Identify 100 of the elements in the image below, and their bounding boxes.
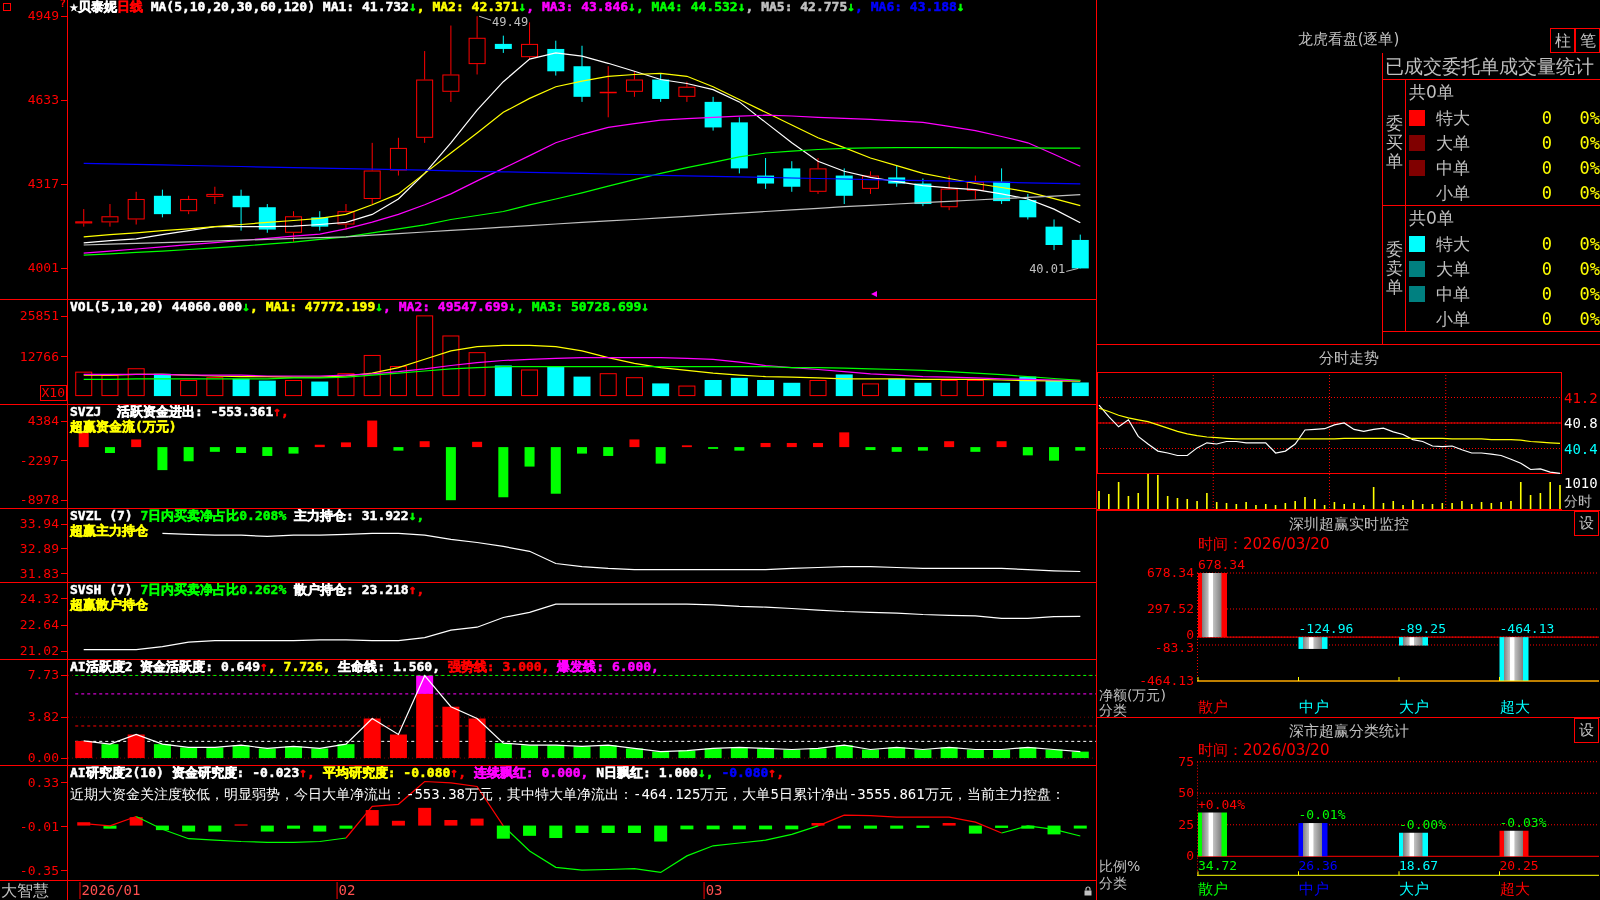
candlestick <box>75 208 93 228</box>
fund-flow-bar <box>655 447 666 464</box>
volume-bar <box>914 382 932 397</box>
fund-flow-bar <box>629 439 640 448</box>
indicator-legend: AI活跃度2 资金活跃度: 0.649↑, 7.726, 生命线: 1.560, 强势线: 3.000, 爆发线: 6.000, <box>70 660 659 675</box>
axis-tick-label: 50 <box>1178 786 1194 801</box>
candlestick <box>652 72 670 103</box>
research-bar <box>103 825 117 829</box>
volume-bar <box>861 383 879 397</box>
activity-bar <box>678 750 696 759</box>
axis-tick-label: 297.52 <box>1147 602 1194 616</box>
volume-bar <box>835 374 853 397</box>
view-button[interactable]: 笔 <box>1575 28 1600 53</box>
category-label: 散户 <box>1198 700 1228 715</box>
research-bar <box>444 820 458 826</box>
research-bar <box>208 825 222 832</box>
group-label: 委卖单 <box>1385 240 1403 297</box>
annotation: 49.49 <box>492 15 529 30</box>
fund-flow-bar <box>1049 447 1060 461</box>
order-count: 0 <box>1540 157 1553 178</box>
research-bar <box>785 825 799 830</box>
research-bar <box>1021 825 1035 829</box>
candlestick <box>311 210 329 232</box>
axis-tick-label: -2297 <box>19 453 67 468</box>
volume-bar <box>573 376 591 397</box>
volume-bar <box>285 380 303 397</box>
volume-bar <box>127 368 145 397</box>
candlestick <box>914 178 932 207</box>
activity-bar <box>127 734 145 759</box>
order-size-label: 特大 <box>1435 233 1471 254</box>
axis-tick-label: 678.34 <box>1147 566 1194 580</box>
fund-flow-bar <box>970 447 981 452</box>
axis-tick-label: -0.35 <box>19 863 67 878</box>
settings-button[interactable]: 设 <box>1574 718 1599 743</box>
axis-tick-label: 0 <box>1186 627 1194 642</box>
fund-flow-bar <box>419 441 430 448</box>
square-icon[interactable] <box>3 3 11 11</box>
price-extreme-label: 49.49 <box>478 15 529 30</box>
settings-button[interactable]: 设 <box>1574 511 1599 536</box>
indicator-legend: SVSH (7) 7日内买卖净占比0.262% 散户持仓: 23.218↑, <box>70 583 425 598</box>
activity-bar <box>494 743 512 759</box>
volume-bar <box>940 380 958 397</box>
category-label: 大户 <box>1399 882 1429 897</box>
net-amount-bar <box>1499 637 1529 681</box>
axis-title: 比例% <box>1099 859 1141 874</box>
activity-bar <box>1019 747 1037 759</box>
volume-bar <box>389 366 407 397</box>
group-label: 委买单 <box>1385 114 1403 171</box>
change-label: -0.00% <box>1399 817 1446 832</box>
activity-bar <box>861 749 879 759</box>
order-size-label: 特大 <box>1435 107 1471 128</box>
order-size-label: 小单 <box>1435 182 1471 203</box>
panel-title: 深市超赢分类统计 <box>1287 721 1410 742</box>
fund-flow-bar <box>917 447 928 451</box>
volume-bar <box>442 335 460 397</box>
category-label: 中户 <box>1298 700 1329 715</box>
order-count: 0 <box>1540 182 1553 203</box>
research-bar <box>313 825 327 832</box>
fund-flow-bar <box>131 439 142 448</box>
research-bar <box>916 825 930 828</box>
fund-flow-bar <box>183 447 194 462</box>
candlestick <box>809 157 827 195</box>
candlestick <box>153 189 171 218</box>
research-bar <box>129 817 143 826</box>
fund-flow-bar <box>157 447 168 471</box>
order-share: 0% <box>1578 182 1600 203</box>
fund-flow-bar <box>839 432 850 448</box>
research-bar <box>496 825 510 839</box>
share-bar <box>1298 823 1328 857</box>
share-bar <box>1198 812 1227 857</box>
activity-bar <box>652 751 670 759</box>
research-bar <box>155 825 169 831</box>
candlestick <box>180 195 198 215</box>
volume-bar <box>652 383 670 397</box>
activity-bar <box>206 747 224 759</box>
activity-bar <box>389 734 407 759</box>
annotation: 40.01 <box>1029 262 1066 277</box>
volume-bar <box>494 365 512 397</box>
lock-icon[interactable] <box>1084 886 1092 896</box>
candlestick <box>1045 218 1063 251</box>
volume-bar <box>678 385 696 397</box>
category-label: 超大 <box>1499 700 1530 715</box>
fund-flow-bar <box>445 447 456 501</box>
volume-bar <box>206 377 224 397</box>
volume-bar <box>757 380 775 397</box>
activity-bar <box>783 749 801 759</box>
axis-tick-label: -83.3 <box>1154 640 1194 655</box>
price-extreme-label: 40.01 <box>1029 262 1079 277</box>
order-share: 0% <box>1578 308 1600 329</box>
volume-bar <box>258 380 276 397</box>
activity-bar <box>258 748 276 759</box>
order-total: 共0单 <box>1409 207 1455 230</box>
research-bar <box>1047 825 1061 835</box>
indicator-legend: VOL(5,10,20) 44060.000↓, MA1: 47772.199↓, MA2: 49547.699↓, MA3: 50728.699↓ <box>70 300 650 315</box>
candlestick <box>940 175 958 211</box>
indicator-legend: SVZL (7) 7日内买卖净占比0.208% 主力持仓: 31.922↓, <box>70 509 425 524</box>
triangle-marker-icon <box>871 291 877 297</box>
volume-bar <box>809 380 827 397</box>
view-button[interactable]: 柱 <box>1550 28 1575 53</box>
fund-flow-bar <box>865 447 876 451</box>
